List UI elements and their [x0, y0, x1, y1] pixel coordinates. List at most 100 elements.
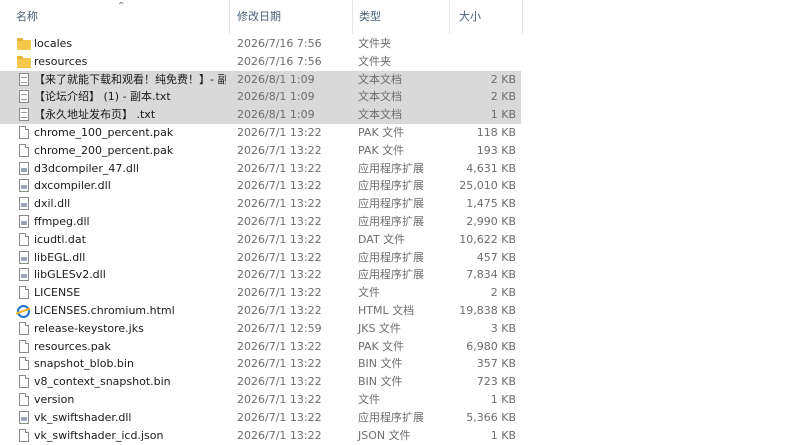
- file-name: resources: [34, 54, 88, 68]
- folder-icon: [17, 55, 31, 69]
- file-size: 19,838 KB: [459, 303, 516, 317]
- file-type: 应用程序扩展: [358, 161, 424, 175]
- text-file-icon: [17, 90, 31, 104]
- file-date: 2026/7/1 13:22: [237, 250, 322, 264]
- folder-icon: [17, 37, 31, 51]
- file-row[interactable]: 【来了就能下载和观看！纯免费！】- 副... 2026/8/1 1:09 文本文档 2…: [0, 70, 521, 89]
- file-row[interactable]: libGLESv2.dll 2026/7/1 13:22 应用程序扩展 7,834 K…: [0, 266, 521, 284]
- file-name: resources.pak: [34, 339, 111, 353]
- file-size: 25,010 KB: [459, 179, 516, 193]
- file-type: 文本文档: [358, 72, 402, 86]
- file-date: 2026/7/1 12:59: [237, 321, 322, 335]
- file-name: libGLESv2.dll: [34, 268, 106, 282]
- file-size: 2 KB: [490, 72, 516, 86]
- file-date: 2026/8/1 1:09: [237, 90, 315, 104]
- file-date: 2026/7/1 13:22: [237, 303, 322, 317]
- file-name: locales: [34, 37, 73, 50]
- dll-icon: [17, 268, 31, 282]
- file-size: 1 KB: [490, 392, 516, 406]
- file-row[interactable]: resources 2026/7/16 7:56 文件夹: [0, 53, 521, 71]
- file-row[interactable]: v8_context_snapshot.bin 2026/7/1 13:22 BIN…: [0, 373, 521, 391]
- file-row[interactable]: d3dcompiler_47.dll 2026/7/1 13:22 应用程序扩展 4,…: [0, 160, 521, 178]
- file-name: 【永久地址发布页】 .txt: [34, 108, 156, 122]
- file-size: 1 KB: [490, 428, 516, 442]
- column-header-date[interactable]: 修改日期: [231, 0, 351, 34]
- file-type: 应用程序扩展: [358, 179, 424, 193]
- file-size: 457 KB: [476, 250, 516, 264]
- file-type: BIN 文件: [358, 375, 403, 389]
- file-row[interactable]: LICENSES.chromium.html 2026/7/1 13:22 HTML…: [0, 302, 521, 320]
- file-size: 1 KB: [490, 108, 516, 122]
- file-type: PAK 文件: [358, 339, 405, 353]
- file-name: version: [34, 392, 75, 406]
- html-icon: [17, 304, 30, 318]
- file-type: BIN 文件: [358, 357, 403, 371]
- file-size: 357 KB: [476, 357, 516, 371]
- file-date: 2026/7/1 13:22: [237, 357, 322, 371]
- dll-icon: [17, 214, 31, 229]
- file-name: release-keystore.jks: [34, 321, 144, 335]
- column-header-size[interactable]: 大小: [453, 0, 521, 34]
- file-type: 文件夹: [358, 37, 391, 50]
- file-row[interactable]: 【永久地址发布页】 .txt 2026/8/1 1:09 文本文档 1 KB: [0, 106, 521, 124]
- file-row[interactable]: snapshot_blob.bin 2026/7/1 13:22 BIN 文件 357…: [0, 355, 521, 373]
- file-type: 文本文档: [358, 90, 402, 104]
- file-name: snapshot_blob.bin: [34, 357, 134, 371]
- file-row[interactable]: LICENSE 2026/7/1 13:22 文件 2 KB: [0, 284, 521, 302]
- file-row[interactable]: vk_swiftshader_icd.json 2026/7/1 13:22 JSO…: [0, 427, 521, 445]
- file-row[interactable]: release-keystore.jks 2026/7/1 12:59 JKS 文件…: [0, 320, 521, 338]
- file-name: LICENSES.chromium.html: [34, 303, 175, 317]
- file-icon: [17, 357, 31, 371]
- file-size: 1,475 KB: [466, 197, 516, 211]
- file-row[interactable]: dxcompiler.dll 2026/7/1 13:22 应用程序扩展 25,010…: [0, 177, 521, 195]
- file-date: 2026/7/1 13:22: [237, 197, 322, 211]
- file-row[interactable]: dxil.dll 2026/7/1 13:22 应用程序扩展 1,475 KB: [0, 195, 521, 213]
- file-type: 应用程序扩展: [358, 410, 424, 424]
- file-row[interactable]: ffmpeg.dll 2026/7/1 13:22 应用程序扩展 2,990 KB: [0, 213, 521, 231]
- column-header-type[interactable]: 类型: [353, 0, 449, 34]
- file-row[interactable]: locales 2026/7/16 7:56 文件夹: [0, 35, 521, 53]
- file-icon: [17, 143, 31, 158]
- file-row[interactable]: libEGL.dll 2026/7/1 13:22 应用程序扩展 457 KB: [0, 249, 521, 267]
- file-date: 2026/7/1 13:22: [237, 161, 322, 175]
- file-type: 应用程序扩展: [358, 268, 424, 282]
- dll-icon: [17, 410, 31, 425]
- file-name: icudtl.dat: [34, 232, 86, 246]
- file-date: 2026/8/1 1:09: [237, 72, 315, 86]
- dll-icon: [17, 250, 31, 265]
- file-type: HTML 文档: [358, 303, 415, 317]
- file-date: 2026/8/1 1:09: [237, 108, 315, 122]
- file-type: 文本文档: [358, 108, 402, 122]
- file-row[interactable]: resources.pak 2026/7/1 13:22 PAK 文件 6,980 K…: [0, 338, 521, 356]
- file-date: 2026/7/1 13:22: [237, 179, 322, 193]
- file-date: 2026/7/1 13:22: [237, 428, 322, 442]
- file-size: 2,990 KB: [466, 214, 516, 228]
- file-name: 【来了就能下载和观看！纯免费！】- 副...: [34, 72, 226, 86]
- file-size: 10,622 KB: [459, 232, 516, 246]
- file-type: PAK 文件: [358, 125, 405, 139]
- file-name: LICENSE: [34, 286, 81, 300]
- column-header-name[interactable]: 名称: [10, 0, 228, 34]
- file-row[interactable]: version 2026/7/1 13:22 文件 1 KB: [0, 391, 521, 409]
- file-name: vk_swiftshader_icd.json: [34, 428, 164, 442]
- file-size: 3 KB: [490, 321, 516, 335]
- file-name: dxcompiler.dll: [34, 179, 111, 193]
- column-divider[interactable]: [522, 0, 523, 34]
- file-icon: [17, 375, 31, 389]
- file-icon: [17, 428, 31, 443]
- file-row[interactable]: 【论坛介绍】 (1) - 副本.txt 2026/8/1 1:09 文本文档 2 KB: [0, 88, 521, 107]
- file-list: locales 2026/7/16 7:56 文件夹 resources 2026/7/…: [0, 35, 523, 444]
- file-date: 2026/7/1 13:22: [237, 410, 322, 424]
- column-divider[interactable]: [449, 0, 450, 34]
- file-date: 2026/7/1 13:22: [237, 268, 322, 282]
- file-row[interactable]: chrome_100_percent.pak 2026/7/1 13:22 PAK …: [0, 124, 521, 142]
- file-name: ffmpeg.dll: [34, 214, 90, 228]
- file-row[interactable]: vk_swiftshader.dll 2026/7/1 13:22 应用程序扩展 5,…: [0, 409, 521, 427]
- file-icon: [17, 321, 31, 336]
- file-icon: [17, 286, 31, 300]
- file-row[interactable]: chrome_200_percent.pak 2026/7/1 13:22 PAK …: [0, 142, 521, 160]
- column-divider[interactable]: [229, 0, 230, 34]
- file-size: 4,631 KB: [466, 161, 516, 175]
- file-date: 2026/7/1 13:22: [237, 232, 322, 246]
- file-row[interactable]: icudtl.dat 2026/7/1 13:22 DAT 文件 10,622 KB: [0, 231, 521, 249]
